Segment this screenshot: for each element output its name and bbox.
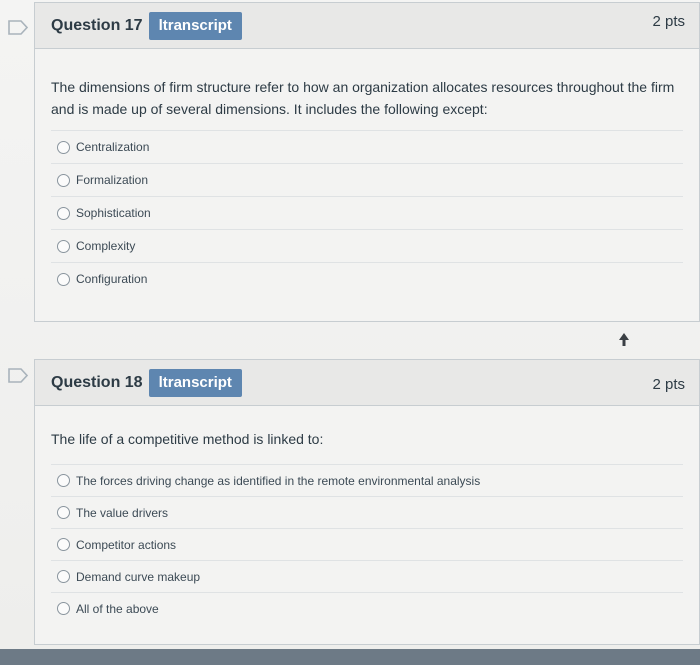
radio-button[interactable]	[57, 474, 70, 487]
answer-option[interactable]: Formalization	[51, 163, 683, 196]
radio-button[interactable]	[57, 206, 70, 220]
question-18-card: Question 18 ltranscript 2 pts The life o…	[34, 359, 700, 645]
answer-option[interactable]: Complexity	[51, 229, 683, 262]
question-18-header: Question 18 ltranscript 2 pts	[35, 360, 699, 406]
answer-option[interactable]: All of the above	[51, 592, 683, 624]
question-18-text: The life of a competitive method is link…	[51, 431, 324, 447]
answer-label: Sophistication	[76, 206, 151, 220]
radio-button[interactable]	[57, 538, 70, 551]
question-18-points: 2 pts	[652, 376, 685, 393]
transcript-button[interactable]: ltranscript	[148, 368, 242, 397]
question-17-text: The dimensions of firm structure refer t…	[51, 79, 675, 117]
question-17-card: Question 17 ltranscript 2 pts The dimens…	[34, 2, 700, 322]
radio-button[interactable]	[57, 570, 70, 583]
answer-label: All of the above	[76, 601, 159, 616]
answer-label: The forces driving change as identified …	[76, 473, 481, 488]
quiz-page: Question 17 ltranscript 2 pts The dimens…	[0, 0, 700, 665]
answer-option[interactable]: The forces driving change as identified …	[51, 464, 683, 496]
question-17-points: 2 pts	[652, 13, 685, 30]
answer-label: Centralization	[76, 140, 150, 154]
answer-label: Complexity	[76, 239, 136, 253]
answer-option[interactable]: Competitor actions	[51, 528, 683, 560]
bottom-bar	[0, 649, 700, 665]
answer-label: Competitor actions	[76, 537, 177, 552]
answer-option[interactable]: Demand curve makeup	[51, 560, 683, 592]
answer-option[interactable]: Configuration	[51, 262, 683, 295]
answer-label: The value drivers	[76, 505, 169, 520]
answer-option[interactable]: The value drivers	[51, 496, 683, 528]
radio-button[interactable]	[57, 239, 70, 253]
transcript-button[interactable]: ltranscript	[148, 11, 242, 40]
question-17-title: Question 17	[51, 16, 143, 34]
mouse-cursor-icon	[619, 333, 629, 346]
question-18-title: Question 18	[51, 373, 143, 391]
radio-button[interactable]	[57, 173, 70, 187]
question-17-answers: Centralization Formalization Sophisticat…	[51, 130, 683, 295]
answer-label: Configuration	[76, 272, 148, 286]
radio-button[interactable]	[57, 272, 70, 286]
radio-button[interactable]	[57, 140, 70, 154]
question-18-answers: The forces driving change as identified …	[51, 464, 683, 624]
answer-label: Formalization	[76, 173, 149, 187]
flag-question-17-icon[interactable]	[8, 20, 28, 35]
question-17-header: Question 17 ltranscript 2 pts	[35, 3, 699, 49]
radio-button[interactable]	[57, 506, 70, 519]
answer-option[interactable]: Sophistication	[51, 196, 683, 229]
radio-button[interactable]	[57, 602, 70, 615]
answer-option[interactable]: Centralization	[51, 130, 683, 163]
flag-question-18-icon[interactable]	[8, 368, 28, 383]
answer-label: Demand curve makeup	[76, 569, 201, 584]
